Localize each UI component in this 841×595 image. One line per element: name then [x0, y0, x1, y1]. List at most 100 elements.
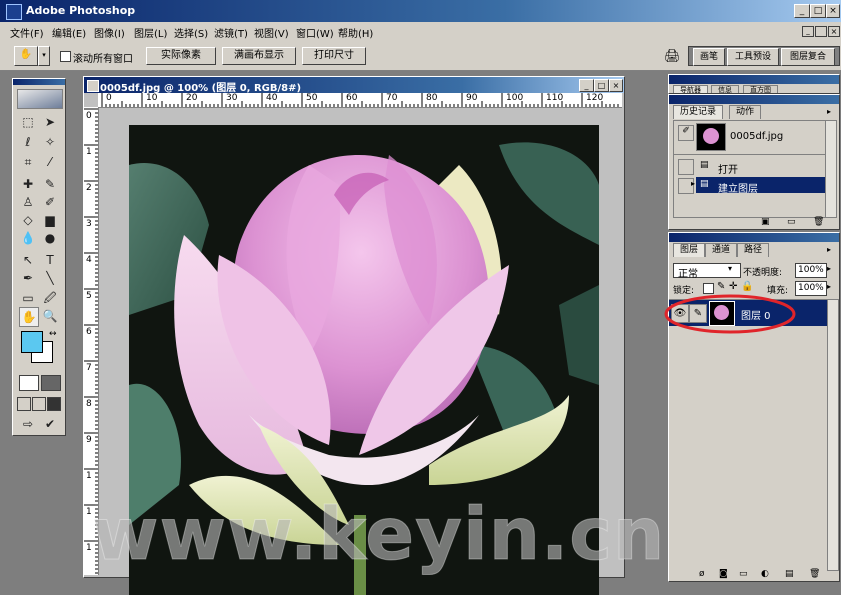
layers-panel-title-bar[interactable] [669, 233, 839, 242]
layer-set-icon[interactable]: ▭ [739, 569, 748, 579]
marquee-tool-icon[interactable]: ⬚ [19, 113, 37, 131]
scroll-all-windows-checkbox[interactable] [60, 51, 71, 62]
full-screen-menu-mode-icon[interactable] [32, 397, 46, 411]
tab-navigator[interactable]: 导航器 [673, 85, 708, 93]
delete-state-icon[interactable]: 🗑 [813, 217, 824, 227]
layer-style-icon[interactable]: ø [699, 569, 705, 579]
menu-file[interactable]: 文件(F) [10, 25, 44, 40]
history-panel-title-bar[interactable] [669, 95, 839, 104]
layer-mask-icon[interactable]: ◙ [719, 569, 728, 579]
new-layer-icon[interactable]: ▤ [785, 569, 794, 579]
blur-tool-icon[interactable]: 💧 [19, 229, 37, 247]
lasso-tool-icon[interactable]: ℓ [19, 133, 37, 151]
tab-channels[interactable]: 通道 [705, 243, 738, 257]
toolbox-title-bar[interactable] [13, 79, 65, 85]
pen-tool-icon[interactable]: ✒ [19, 269, 37, 287]
snapshot-thumbnail[interactable] [696, 123, 726, 151]
doc-minimize-button[interactable]: _ [802, 26, 814, 37]
path-selection-tool-icon[interactable]: ↖ [19, 251, 37, 269]
slice-tool-icon[interactable]: ⁄ [41, 153, 59, 171]
tab-info[interactable]: 信息 [711, 85, 739, 93]
standard-screen-mode-icon[interactable] [17, 397, 31, 411]
healing-brush-tool-icon[interactable]: ✚ [19, 175, 37, 193]
edit-in-imageready-icon[interactable]: ✔ [41, 415, 59, 433]
blend-mode-select[interactable]: 正常 ▾ [673, 263, 741, 280]
layers-scrollbar[interactable] [827, 299, 839, 571]
palette-well-tab-layer-comps[interactable]: 图层复合 [781, 48, 835, 66]
menu-layer[interactable]: 图层(L) [134, 25, 167, 40]
standard-mode-icon[interactable] [19, 375, 39, 391]
quick-mask-mode-icon[interactable] [41, 375, 61, 391]
maximize-button[interactable]: □ [810, 4, 826, 18]
clone-stamp-tool-icon[interactable]: ♙ [19, 193, 37, 211]
palette-well-tab-tool-presets[interactable]: 工具预设 [727, 48, 779, 66]
magic-wand-tool-icon[interactable]: ✧ [41, 133, 59, 151]
history-item-new-layer[interactable]: 建立图层 [718, 180, 758, 195]
snapshot-name[interactable]: 0005df.jpg [730, 131, 783, 142]
tab-histogram[interactable]: 直方图 [743, 85, 778, 93]
tab-layers[interactable]: 图层 [673, 243, 706, 257]
crop-tool-icon[interactable]: ⌗ [19, 153, 37, 171]
fit-screen-button[interactable]: 满画布显示 [222, 47, 296, 65]
history-state-checkbox[interactable] [678, 159, 694, 175]
minimize-button[interactable]: _ [794, 4, 810, 18]
delete-layer-icon[interactable]: 🗑 [809, 569, 820, 579]
menu-help[interactable]: 帮助(H) [338, 25, 373, 40]
lock-position-icon[interactable]: ✛ [729, 281, 737, 292]
top-ruler[interactable]: 0 10 20 30 40 50 60 70 80 90 100 110 120 [98, 93, 622, 108]
palette-well-tab-brushes[interactable]: 画笔 [693, 48, 725, 66]
navigator-panel-title-bar[interactable] [669, 75, 839, 84]
hand-tool-icon[interactable]: ✋ [19, 307, 39, 327]
foreground-color-swatch[interactable] [21, 331, 43, 353]
eraser-tool-icon[interactable]: ◇ [19, 211, 37, 229]
tab-history[interactable]: 历史记录 [673, 105, 724, 119]
adjustment-layer-icon[interactable]: ◐ [761, 569, 769, 579]
menu-filter[interactable]: 滤镜(T) [214, 25, 248, 40]
opacity-slider-arrow-icon[interactable]: ▸ [827, 264, 831, 273]
line-tool-icon[interactable]: ╲ [41, 269, 59, 287]
type-tool-icon[interactable]: T [41, 251, 59, 269]
gradient-tool-icon[interactable]: ▆ [41, 211, 59, 229]
opacity-input[interactable]: 100% [795, 263, 827, 278]
layers-menu-icon[interactable]: ▸ [827, 245, 831, 254]
eyedropper-tool-icon[interactable]: 🖉 [41, 289, 59, 307]
tab-actions[interactable]: 动作 [729, 105, 762, 119]
doc-restore-button[interactable] [815, 26, 827, 37]
tab-paths[interactable]: 路径 [737, 243, 770, 257]
menu-image[interactable]: 图像(I) [94, 25, 125, 40]
notes-tool-icon[interactable]: ▭ [19, 289, 37, 307]
preset-dropdown-arrow-icon[interactable]: ▾ [38, 46, 50, 66]
close-button[interactable]: × [826, 4, 840, 18]
lock-image-icon[interactable]: ✎ [717, 281, 725, 292]
lock-all-icon[interactable]: 🔒 [741, 281, 753, 292]
menu-view[interactable]: 视图(V) [254, 25, 289, 40]
adobe-online-icon[interactable] [17, 89, 63, 109]
history-item-selected[interactable] [696, 177, 826, 193]
full-screen-mode-icon[interactable] [47, 397, 61, 411]
history-menu-icon[interactable]: ▸ [827, 107, 831, 116]
menu-edit[interactable]: 编辑(E) [52, 25, 86, 40]
swap-colors-icon[interactable]: ↔ [49, 329, 57, 339]
document-title-bar[interactable]: 0005df.jpg @ 100% (图层 0, RGB/8#) _ □ × [84, 77, 624, 94]
document-close-button[interactable]: × [609, 79, 623, 92]
new-snapshot-icon[interactable]: ▭ [787, 217, 796, 227]
print-size-button[interactable]: 打印尺寸 [302, 47, 366, 65]
document-minimize-button[interactable]: _ [579, 79, 594, 92]
history-item-open[interactable]: 打开 [718, 161, 738, 176]
dodge-tool-icon[interactable]: ● [41, 229, 59, 247]
move-tool-icon[interactable]: ➤ [41, 113, 59, 131]
actual-pixels-button[interactable]: 实际像素 [146, 47, 216, 65]
new-document-from-state-icon[interactable]: ▣ [761, 217, 770, 227]
history-scrollbar[interactable] [825, 120, 837, 218]
zoom-tool-icon[interactable]: 🔍 [41, 307, 59, 325]
fill-slider-arrow-icon[interactable]: ▸ [827, 282, 831, 291]
file-browser-icon[interactable]: 🖨 [664, 49, 681, 64]
menu-select[interactable]: 选择(S) [174, 25, 208, 40]
history-brush-tool-icon[interactable]: ✐ [41, 193, 59, 211]
brush-tool-icon[interactable]: ✎ [41, 175, 59, 193]
menu-window[interactable]: 窗口(W) [296, 25, 334, 40]
hand-tool-preset-icon[interactable]: ✋ [14, 46, 38, 66]
jump-to-imageready-icon[interactable]: ⇨ [19, 415, 37, 433]
document-maximize-button[interactable]: □ [594, 79, 609, 92]
doc-close-button[interactable]: × [828, 26, 840, 37]
